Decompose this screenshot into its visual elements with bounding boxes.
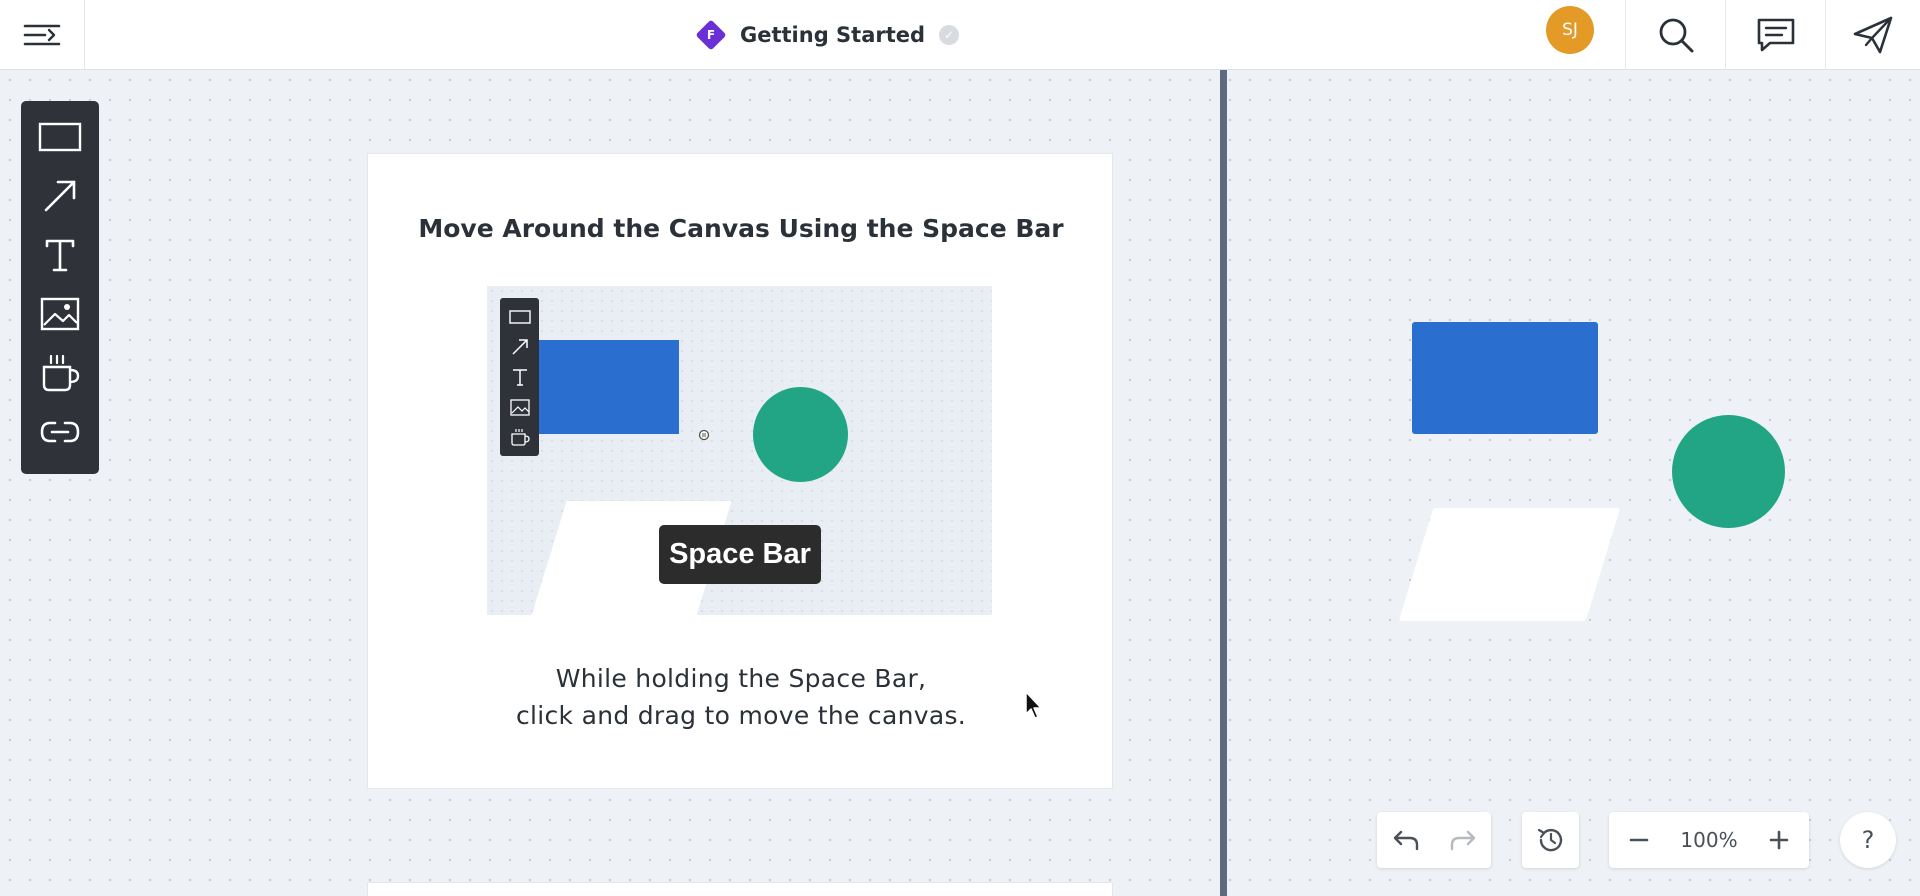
rectangle-icon (38, 122, 82, 152)
zoom-level[interactable]: 100% (1669, 828, 1749, 852)
link-icon (40, 421, 80, 443)
document-title[interactable]: Getting Started (740, 23, 925, 47)
demo-toolbar (500, 298, 539, 456)
share-button[interactable] (1825, 0, 1920, 70)
arrow-tool[interactable] (38, 176, 82, 216)
menu-button[interactable] (0, 0, 85, 70)
document-badge-letter: F (706, 28, 716, 42)
demo-image-icon (509, 396, 531, 418)
rectangle-tool[interactable] (38, 117, 82, 157)
text-icon (45, 239, 75, 272)
canvas-circle[interactable] (1672, 415, 1785, 528)
arrow-icon (44, 180, 76, 212)
canvas-divider (1220, 70, 1227, 896)
help-button[interactable]: ? (1840, 812, 1896, 868)
undo-button[interactable] (1377, 812, 1434, 868)
undo-icon (1393, 830, 1418, 851)
redo-button[interactable] (1434, 812, 1491, 868)
card-description: While holding the Space Bar, click and d… (368, 660, 1114, 734)
redo-icon (1450, 830, 1475, 851)
history-button[interactable] (1522, 812, 1579, 868)
demo-text-icon (509, 366, 531, 388)
zoom-out-button[interactable] (1609, 812, 1669, 868)
document-badge: F (695, 19, 727, 51)
next-card[interactable] (367, 882, 1113, 896)
mouse-cursor-icon (1025, 691, 1042, 719)
cup-icon (42, 354, 80, 392)
zoom-in-button[interactable] (1749, 812, 1809, 868)
image-icon (40, 297, 80, 331)
verified-icon: ✓ (939, 25, 960, 45)
hamburger-menu-icon (23, 24, 61, 46)
search-button[interactable] (1625, 0, 1725, 70)
demo-circle (753, 387, 848, 482)
shape-toolbar (21, 101, 99, 474)
cup-tool[interactable] (38, 353, 82, 393)
history-group (1522, 812, 1579, 868)
text-tool[interactable] (38, 235, 82, 275)
demo-rectangle-icon (508, 306, 531, 328)
space-bar-key: Space Bar (659, 525, 821, 584)
hand-cursor-icon (698, 429, 710, 441)
search-icon (1659, 18, 1693, 53)
plus-icon (1769, 830, 1789, 850)
top-bar: F Getting Started ✓ SJ (0, 0, 1920, 70)
minus-icon (1629, 838, 1649, 842)
demo-rectangle (537, 340, 679, 434)
history-icon (1537, 828, 1562, 852)
send-icon (1853, 16, 1893, 54)
card-title: Move Around the Canvas Using the Space B… (418, 214, 1064, 243)
instruction-card[interactable]: Move Around the Canvas Using the Space B… (367, 153, 1113, 789)
card-description-line1: While holding the Space Bar, (555, 664, 927, 693)
comment-icon (1757, 18, 1794, 52)
canvas-parallelogram[interactable] (1398, 508, 1621, 621)
comments-button[interactable] (1725, 0, 1825, 70)
demo-animation: Space Bar (487, 286, 992, 615)
document-title-group[interactable]: F Getting Started ✓ (695, 16, 960, 54)
canvas-rectangle[interactable] (1412, 322, 1598, 434)
zoom-group: 100% (1609, 812, 1809, 868)
link-tool[interactable] (38, 412, 82, 452)
avatar[interactable]: SJ (1546, 6, 1594, 54)
undo-redo-group (1377, 812, 1491, 868)
card-description-line2: click and drag to move the canvas. (515, 701, 967, 730)
demo-arrow-icon (509, 336, 531, 358)
demo-cup-icon (509, 426, 531, 448)
image-tool[interactable] (38, 294, 82, 334)
